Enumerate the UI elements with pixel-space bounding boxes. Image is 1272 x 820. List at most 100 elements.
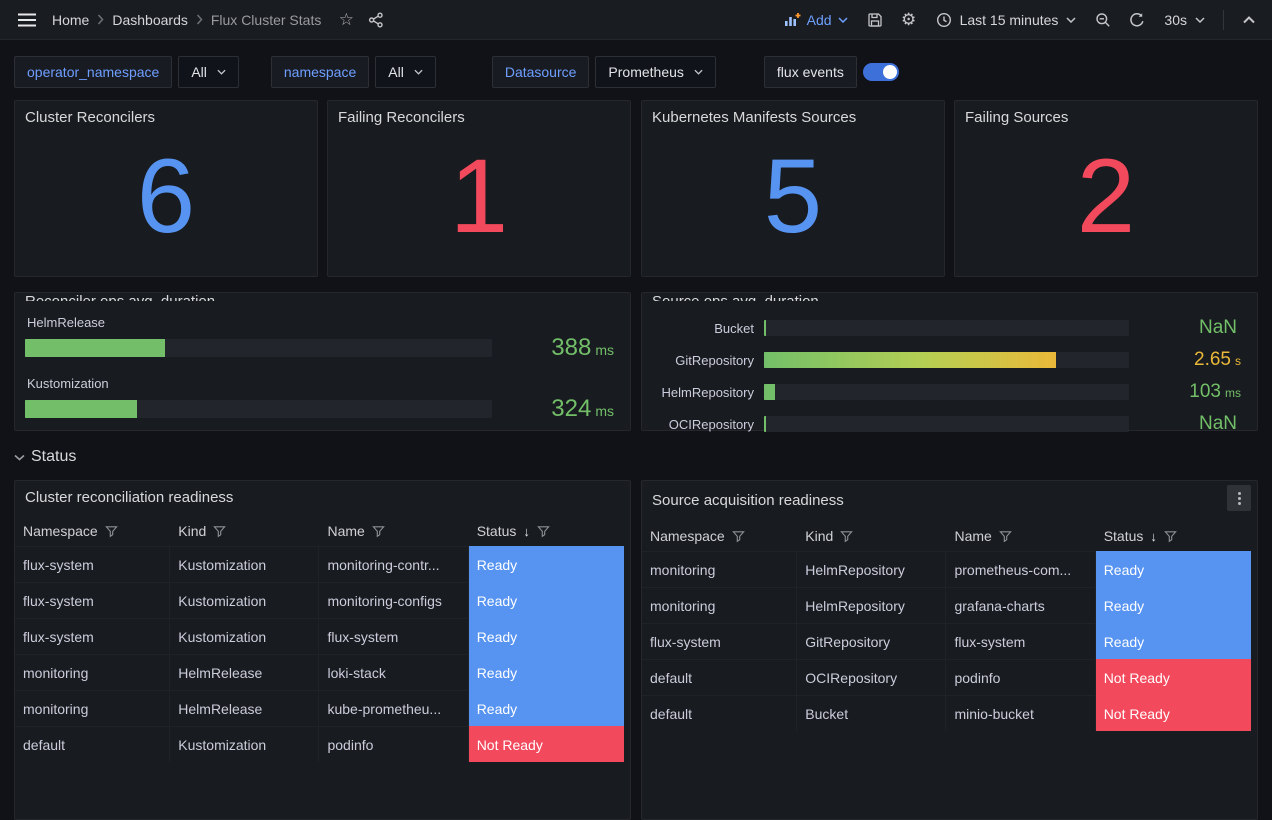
panel-title[interactable]: Failing Reconcilers [328, 101, 630, 126]
save-dashboard-button[interactable] [860, 4, 890, 36]
filter-icon[interactable] [1164, 530, 1177, 543]
chevron-up-icon [1243, 16, 1255, 24]
cell-kind: GitRepository [797, 623, 946, 659]
row-title: Status [31, 448, 76, 466]
bar-zero-marker [764, 416, 766, 432]
collapse-toolbar-button[interactable] [1234, 4, 1264, 36]
cell-kind: Kustomization [170, 582, 319, 618]
variable-select-datasource[interactable]: Prometheus [595, 56, 715, 88]
chevron-down-icon [838, 17, 848, 23]
cell-status: Ready [469, 654, 624, 690]
column-label: Namespace [650, 528, 725, 544]
refresh-dashboard-button[interactable] [1122, 4, 1152, 36]
sort-desc-icon[interactable]: ↓ [523, 524, 530, 539]
toolbar-divider [1223, 10, 1224, 30]
cell-namespace: monitoring [642, 587, 797, 623]
table-row: default Bucket minio-bucket Not Ready [642, 695, 1251, 731]
bar-track [764, 416, 1129, 432]
favorite-button[interactable]: ☆ [331, 4, 361, 36]
panel-title[interactable]: Source ops avg. duration [642, 293, 1257, 301]
chevron-down-icon [1066, 17, 1076, 23]
table-header-row: Namespace Kind Name Status ↓ [642, 521, 1251, 551]
bar-fill [25, 339, 165, 357]
column-header-status[interactable]: Status ↓ [1096, 521, 1251, 551]
cell-status: Ready [469, 546, 624, 582]
filter-icon[interactable] [840, 530, 853, 543]
cell-namespace: monitoring [15, 690, 170, 726]
panel-title[interactable]: Kubernetes Manifests Sources [642, 101, 944, 126]
share-button[interactable] [361, 4, 391, 36]
cell-status: Not Ready [1096, 695, 1251, 731]
cell-kind: HelmRelease [170, 690, 319, 726]
column-header-name[interactable]: Name [319, 516, 468, 546]
column-header-kind[interactable]: Kind [170, 516, 319, 546]
filter-icon[interactable] [105, 525, 118, 538]
filter-icon[interactable] [372, 525, 385, 538]
menu-toggle-button[interactable] [12, 4, 42, 36]
variable-label-datasource: Datasource [492, 56, 590, 88]
star-icon: ☆ [339, 10, 354, 30]
time-range-picker[interactable]: Last 15 minutes [928, 4, 1085, 36]
cell-status: Not Ready [469, 726, 624, 762]
filter-icon[interactable] [213, 525, 226, 538]
variable-select-namespace[interactable]: All [375, 56, 436, 88]
variable-value: All [191, 64, 207, 80]
bar-fill [764, 384, 775, 400]
row-status-collapse[interactable]: Status [14, 444, 76, 470]
kebab-icon [1238, 492, 1241, 495]
column-header-name[interactable]: Name [946, 521, 1095, 551]
variable-select-operator-namespace[interactable]: All [178, 56, 239, 88]
cell-status: Ready [469, 690, 624, 726]
bar-label: HelmRepository [652, 385, 764, 400]
panel-title[interactable]: Reconciler ops avg. duration [15, 293, 630, 301]
add-panel-icon [784, 12, 801, 28]
add-button[interactable]: Add [776, 4, 856, 36]
variable-label-operator-namespace: operator_namespace [14, 56, 172, 88]
cell-name: minio-bucket [946, 695, 1095, 731]
flux-events-toggle[interactable] [863, 63, 899, 81]
panel-title[interactable]: Cluster Reconcilers [15, 101, 317, 126]
cell-kind: HelmRepository [797, 587, 946, 623]
panel-title[interactable]: Cluster reconciliation readiness [15, 481, 243, 506]
column-header-status[interactable]: Status ↓ [469, 516, 624, 546]
zoom-out-icon [1095, 12, 1111, 28]
breadcrumb-home[interactable]: Home [52, 12, 89, 28]
stat-value: 1 [328, 126, 630, 276]
stat-value: 2 [955, 126, 1257, 276]
cell-name: kube-prometheu... [319, 690, 468, 726]
filter-icon[interactable] [999, 530, 1012, 543]
table: Namespace Kind Name Status ↓ fl [15, 516, 630, 762]
filter-icon[interactable] [537, 525, 550, 538]
bar-value-number: NaN [1199, 413, 1237, 434]
column-label: Kind [178, 523, 206, 539]
bar-value-number: 2.65 [1194, 349, 1231, 370]
sort-desc-icon[interactable]: ↓ [1150, 529, 1157, 544]
panel-title[interactable]: Source acquisition readiness [642, 484, 854, 509]
table-row: monitoring HelmRepository prometheus-com… [642, 551, 1251, 587]
refresh-interval-select[interactable]: 30s [1156, 4, 1213, 36]
zoom-out-time-button[interactable] [1088, 4, 1118, 36]
time-range-label: Last 15 minutes [960, 12, 1059, 28]
dashboard-settings-button[interactable]: ⚙ [894, 4, 924, 36]
bar-value: NaN [1129, 413, 1247, 435]
hamburger-icon [18, 13, 36, 27]
dashboard-canvas: Cluster Reconcilers 6 Failing Reconciler… [0, 0, 1272, 805]
column-header-namespace[interactable]: Namespace [15, 516, 170, 546]
cell-status: Ready [469, 582, 624, 618]
cell-namespace: default [15, 726, 170, 762]
panel-title[interactable]: Failing Sources [955, 101, 1257, 126]
cell-kind: OCIRepository [797, 659, 946, 695]
panel-cluster-reconcilers: Cluster Reconcilers 6 [14, 100, 318, 277]
panel-menu-button[interactable] [1227, 485, 1251, 511]
cell-status: Ready [1096, 623, 1251, 659]
breadcrumb-current: Flux Cluster Stats [211, 12, 321, 28]
cell-namespace: default [642, 659, 797, 695]
breadcrumb-dashboards[interactable]: Dashboards [112, 12, 188, 28]
cell-name: prometheus-com... [946, 551, 1095, 587]
bar-value: 388ms [492, 334, 620, 362]
save-icon [867, 12, 883, 28]
bar-fill [25, 400, 137, 418]
column-header-namespace[interactable]: Namespace [642, 521, 797, 551]
filter-icon[interactable] [732, 530, 745, 543]
column-header-kind[interactable]: Kind [797, 521, 946, 551]
